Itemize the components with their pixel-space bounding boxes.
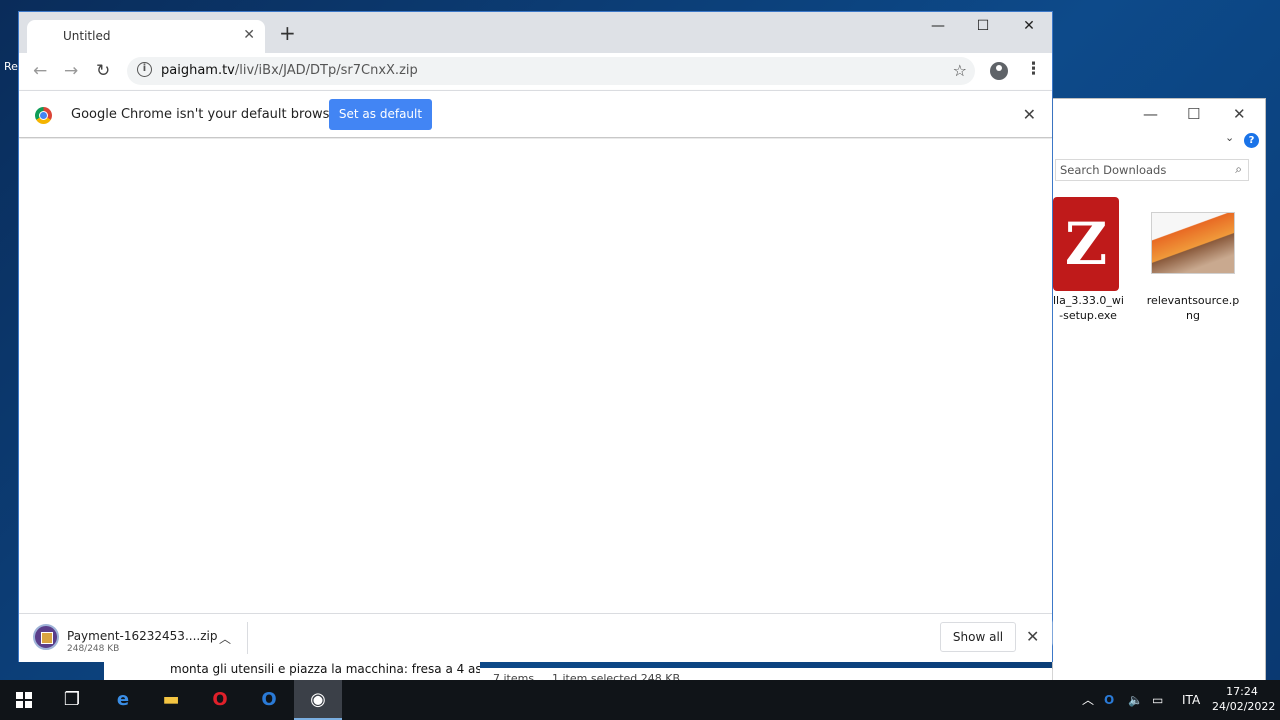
chrome-logo-icon xyxy=(35,107,52,124)
url-path: /liv/iBx/JAD/DTp/sr7CnxX.zip xyxy=(234,63,418,78)
more-vert-icon[interactable]: ⋮ xyxy=(1025,59,1042,79)
browser-tab[interactable]: Untitled ✕ xyxy=(27,20,265,53)
download-file-name[interactable]: Payment-16232453....zip xyxy=(67,629,217,643)
minimize-icon[interactable]: — xyxy=(1143,105,1158,123)
star-icon[interactable]: ☆ xyxy=(953,61,967,80)
tab-close-icon[interactable]: ✕ xyxy=(243,27,255,43)
forward-icon[interactable]: → xyxy=(64,61,78,81)
minimize-button[interactable]: — xyxy=(915,18,961,34)
language-indicator[interactable]: ITA xyxy=(1182,680,1200,720)
help-icon[interactable]: ? xyxy=(1244,133,1259,148)
edge-icon[interactable]: e xyxy=(99,680,147,720)
info-icon[interactable]: i xyxy=(137,62,152,77)
search-input[interactable]: Search Downloads ⌕ xyxy=(1055,159,1249,181)
filezilla-file-icon[interactable]: Z xyxy=(1053,197,1119,291)
file-explorer-icon[interactable]: ▬ xyxy=(147,680,195,720)
profile-icon[interactable] xyxy=(990,62,1008,80)
new-tab-button[interactable]: + xyxy=(279,23,296,43)
file-label-line: lla_3.33.0_wi xyxy=(1053,294,1124,307)
chrome-window: Untitled ✕ + — ☐ ✕ ← → ↻ i paigham.tv/li… xyxy=(18,11,1053,662)
search-placeholder: Search Downloads xyxy=(1060,163,1167,177)
taskbar: ❐ e ▬ O O ◉ ︿ O 🔈 ▭ ITA 17:24 24/02/2022 xyxy=(0,680,1280,720)
outlook-tray-icon[interactable]: O xyxy=(1104,680,1114,720)
browser-toolbar: ← → ↻ i paigham.tv/liv/iBx/JAD/DTp/sr7Cn… xyxy=(19,53,1052,90)
show-all-button[interactable]: Show all xyxy=(940,622,1016,652)
task-view-icon[interactable]: ❐ xyxy=(48,680,96,720)
chevron-down-icon[interactable]: ⌄ xyxy=(1225,131,1234,144)
close-icon[interactable]: ✕ xyxy=(1233,105,1246,123)
url-host: paigham.tv xyxy=(161,63,235,78)
network-icon[interactable]: ▭ xyxy=(1152,680,1163,720)
download-size: 248/248 KB xyxy=(67,644,120,654)
default-browser-infobar: Google Chrome isn't your default browser… xyxy=(19,90,1052,138)
opera-icon[interactable]: O xyxy=(196,680,244,720)
clock-date: 24/02/2022 xyxy=(1212,700,1276,713)
maximize-button[interactable]: ☐ xyxy=(960,18,1006,34)
start-button[interactable] xyxy=(0,680,48,720)
close-button[interactable]: ✕ xyxy=(1006,18,1052,34)
download-shelf-close-icon[interactable]: ✕ xyxy=(1026,627,1039,646)
clock-time: 17:24 xyxy=(1226,685,1258,698)
chevron-up-icon[interactable]: ︿ xyxy=(1082,680,1094,720)
chrome-taskbar-icon[interactable]: ◉ xyxy=(294,680,342,720)
image-file-thumbnail[interactable] xyxy=(1151,212,1235,274)
infobar-message: Google Chrome isn't your default browser xyxy=(71,107,343,122)
page-content xyxy=(19,139,1052,613)
set-as-default-button[interactable]: Set as default xyxy=(329,99,432,130)
address-bar[interactable]: i paigham.tv/liv/iBx/JAD/DTp/sr7CnxX.zip… xyxy=(127,57,975,85)
search-icon: ⌕ xyxy=(1235,162,1242,176)
file-label-line: -setup.exe xyxy=(1059,309,1117,322)
file-explorer-window: — ☐ ✕ ⌄ ? Search Downloads ⌕ Z lla_3.33.… xyxy=(1052,98,1266,690)
file-label-line: relevantsource.p xyxy=(1146,294,1240,307)
file-label-line: ng xyxy=(1186,309,1200,322)
windows-icon xyxy=(16,692,32,708)
maximize-icon[interactable]: ☐ xyxy=(1187,105,1200,123)
infobar-close-icon[interactable]: ✕ xyxy=(1023,105,1036,124)
desktop-icon-fragment: Re xyxy=(4,60,18,73)
title-bar[interactable]: Untitled ✕ + — ☐ ✕ xyxy=(19,12,1052,53)
tab-title: Untitled xyxy=(63,29,111,43)
back-icon[interactable]: ← xyxy=(33,61,47,81)
file-label-exe[interactable]: lla_3.33.0_wi -setup.exe xyxy=(1053,293,1124,323)
download-shelf: Payment-16232453....zip 248/248 KB ︿ Sho… xyxy=(19,613,1052,662)
divider xyxy=(247,622,248,654)
volume-icon[interactable]: 🔈 xyxy=(1128,680,1143,720)
archive-file-icon[interactable] xyxy=(33,624,59,650)
document-text: monta gli utensili e piazza la macchina:… xyxy=(170,662,480,676)
chevron-up-icon[interactable]: ︿ xyxy=(219,630,231,647)
outlook-icon[interactable]: O xyxy=(245,680,293,720)
reload-icon[interactable]: ↻ xyxy=(96,61,110,81)
url-text: paigham.tv/liv/iBx/JAD/DTp/sr7CnxX.zip xyxy=(161,63,418,78)
clock[interactable]: 17:24 24/02/2022 xyxy=(1212,684,1276,714)
file-label-png[interactable]: relevantsource.p ng xyxy=(1145,293,1241,323)
